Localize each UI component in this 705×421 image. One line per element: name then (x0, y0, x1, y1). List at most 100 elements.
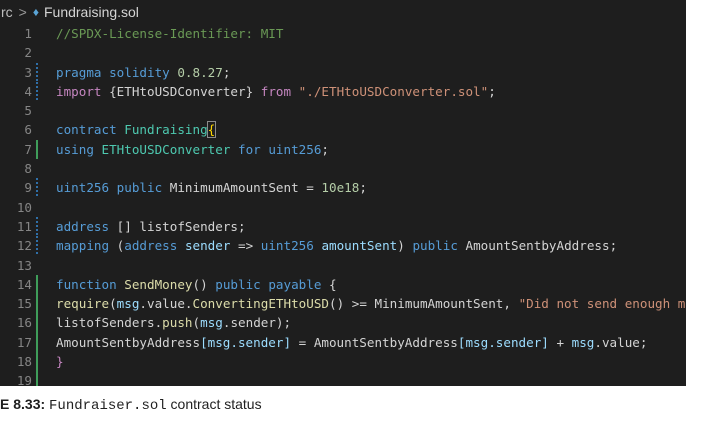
code-line[interactable]: 19 (0, 371, 686, 386)
code-token: import (56, 83, 110, 99)
code-line[interactable]: 17 AmountSentbyAddress[msg.sender] = Amou… (0, 332, 686, 353)
code-token: address (56, 218, 117, 234)
code-token: [] (116, 218, 140, 234)
git-added-indicator[interactable] (36, 371, 38, 386)
line-text: function SendMoney() public payable { (56, 275, 337, 294)
caption-figure-number: E 8.33: (0, 396, 46, 412)
line-text: contract Fundraising{ (56, 120, 217, 139)
code-token: solidity (109, 64, 178, 80)
code-line[interactable]: 16 listofSenders.push(msg.sender); (0, 313, 686, 333)
code-line[interactable]: 11 address [] listofSenders; (0, 216, 686, 237)
line-text: uint256 public MinimumAmountSent = 10e18… (56, 178, 367, 197)
code-line[interactable]: 2 (0, 43, 686, 62)
code-token: ConvertingETHtoUSD (192, 296, 329, 312)
code-token: 0.8.27 (177, 64, 223, 80)
code-lines[interactable]: 1 //SPDX-License-Identifier: MIT 2 3 pragma … (0, 24, 686, 386)
code-token: uint256 (260, 238, 322, 254)
code-token: msg (200, 315, 223, 331)
line-number: 4 (24, 83, 32, 99)
code-token: AmountSentbyAddress (465, 238, 610, 254)
code-token: public (412, 238, 466, 254)
line-number: 7 (24, 141, 32, 157)
code-token: Fundraising (124, 122, 208, 138)
line-number: 15 (16, 296, 32, 312)
code-token: + (556, 334, 572, 350)
breadcrumb-folder[interactable]: rc (1, 4, 13, 20)
line-number: 18 (16, 354, 32, 370)
git-added-indicator[interactable] (36, 352, 38, 372)
line-text: mapping (address sender => uint256 amoun… (56, 236, 617, 255)
code-token: { (329, 276, 337, 292)
git-modified-indicator[interactable] (36, 178, 38, 198)
git-modified-indicator[interactable] (36, 216, 38, 237)
code-token: [msg.sender] (200, 334, 299, 350)
code-token: "Did not send enough money" (518, 296, 686, 312)
code-line[interactable]: 13 (0, 256, 686, 275)
code-line[interactable]: 12 mapping (address sender => uint256 amo… (0, 236, 686, 256)
line-number: 1 (24, 26, 32, 41)
code-token: ; (321, 141, 329, 157)
code-line[interactable]: 4 import {ETHtoUSDConverter} from "./ETHt… (0, 81, 686, 102)
git-added-indicator[interactable] (36, 332, 38, 353)
code-token: uint256 (268, 141, 322, 157)
code-line[interactable]: 8 (0, 159, 686, 178)
code-token: () (192, 276, 216, 292)
code-editor[interactable]: rc > ♦ Fundraising.sol 1 //SPDX-License-I… (0, 0, 686, 386)
caption-filename: Fundraiser.sol (49, 398, 167, 414)
line-text: address [] listofSenders; (56, 217, 246, 236)
line-number: 8 (24, 161, 32, 177)
breadcrumb-separator: > (18, 4, 27, 20)
code-token: SendMoney (124, 276, 193, 292)
git-modified-indicator[interactable] (36, 81, 38, 102)
line-number: 19 (16, 373, 32, 386)
code-line[interactable]: 10 (0, 198, 686, 217)
code-line[interactable]: 5 (0, 101, 686, 120)
code-token: = (306, 180, 322, 196)
code-token: address (124, 238, 185, 254)
line-number: 6 (24, 122, 32, 138)
code-token: amountSent (321, 238, 398, 254)
code-token: public (215, 276, 269, 292)
caption-text: contract status (170, 396, 262, 412)
code-line[interactable]: 9 uint256 public MinimumAmountSent = 10e1… (0, 178, 686, 198)
code-line[interactable]: 6 contract Fundraising{ (0, 120, 686, 139)
git-added-indicator[interactable] (36, 294, 38, 314)
code-line[interactable]: 14 function SendMoney() public payable { (0, 274, 686, 295)
code-token: //SPDX-License-Identifier: MIT (56, 26, 284, 41)
line-number: 11 (16, 218, 32, 234)
code-line[interactable]: 1 //SPDX-License-Identifier: MIT (0, 24, 686, 43)
breadcrumb-file[interactable]: Fundraising.sol (44, 4, 139, 20)
line-number: 10 (16, 199, 32, 215)
code-token: .value; (594, 334, 648, 350)
code-token: uint256 (56, 180, 117, 196)
code-token: AmountSentbyAddress (56, 334, 201, 350)
git-modified-indicator[interactable] (36, 236, 38, 256)
code-token: => (238, 238, 261, 254)
code-token: mapping (56, 238, 117, 254)
code-token: } (56, 354, 64, 370)
code-token: { (109, 83, 117, 99)
line-number: 2 (24, 45, 32, 61)
code-token: ETHtoUSDConverter (101, 141, 238, 157)
code-token: function (56, 276, 125, 292)
code-token: MinimumAmountSent (169, 180, 307, 196)
code-line[interactable]: 7 using ETHtoUSDConverter for uint256; (0, 139, 686, 160)
line-number: 9 (24, 180, 32, 196)
code-token: [msg.sender] (457, 334, 557, 350)
line-text: //SPDX-License-Identifier: MIT (56, 24, 283, 43)
code-token: msg (116, 296, 140, 312)
git-added-indicator[interactable] (36, 313, 38, 333)
git-added-indicator[interactable] (36, 274, 38, 295)
code-line[interactable]: 3 pragma solidity 0.8.27; (0, 62, 686, 82)
line-number: 3 (24, 64, 32, 80)
line-text: AmountSentbyAddress[msg.sender] = Amount… (56, 333, 647, 352)
code-token: contract (56, 122, 125, 138)
line-number: 16 (16, 315, 32, 331)
code-token: ) (397, 238, 413, 254)
code-line[interactable]: 18} (0, 352, 686, 372)
line-text: pragma solidity 0.8.27; (56, 63, 230, 82)
git-added-indicator[interactable] (36, 139, 38, 160)
git-modified-indicator[interactable] (36, 62, 38, 82)
code-line[interactable]: 15 require(msg.value.ConvertingETHtoUSD()… (0, 294, 686, 314)
code-token: ( (109, 296, 117, 312)
